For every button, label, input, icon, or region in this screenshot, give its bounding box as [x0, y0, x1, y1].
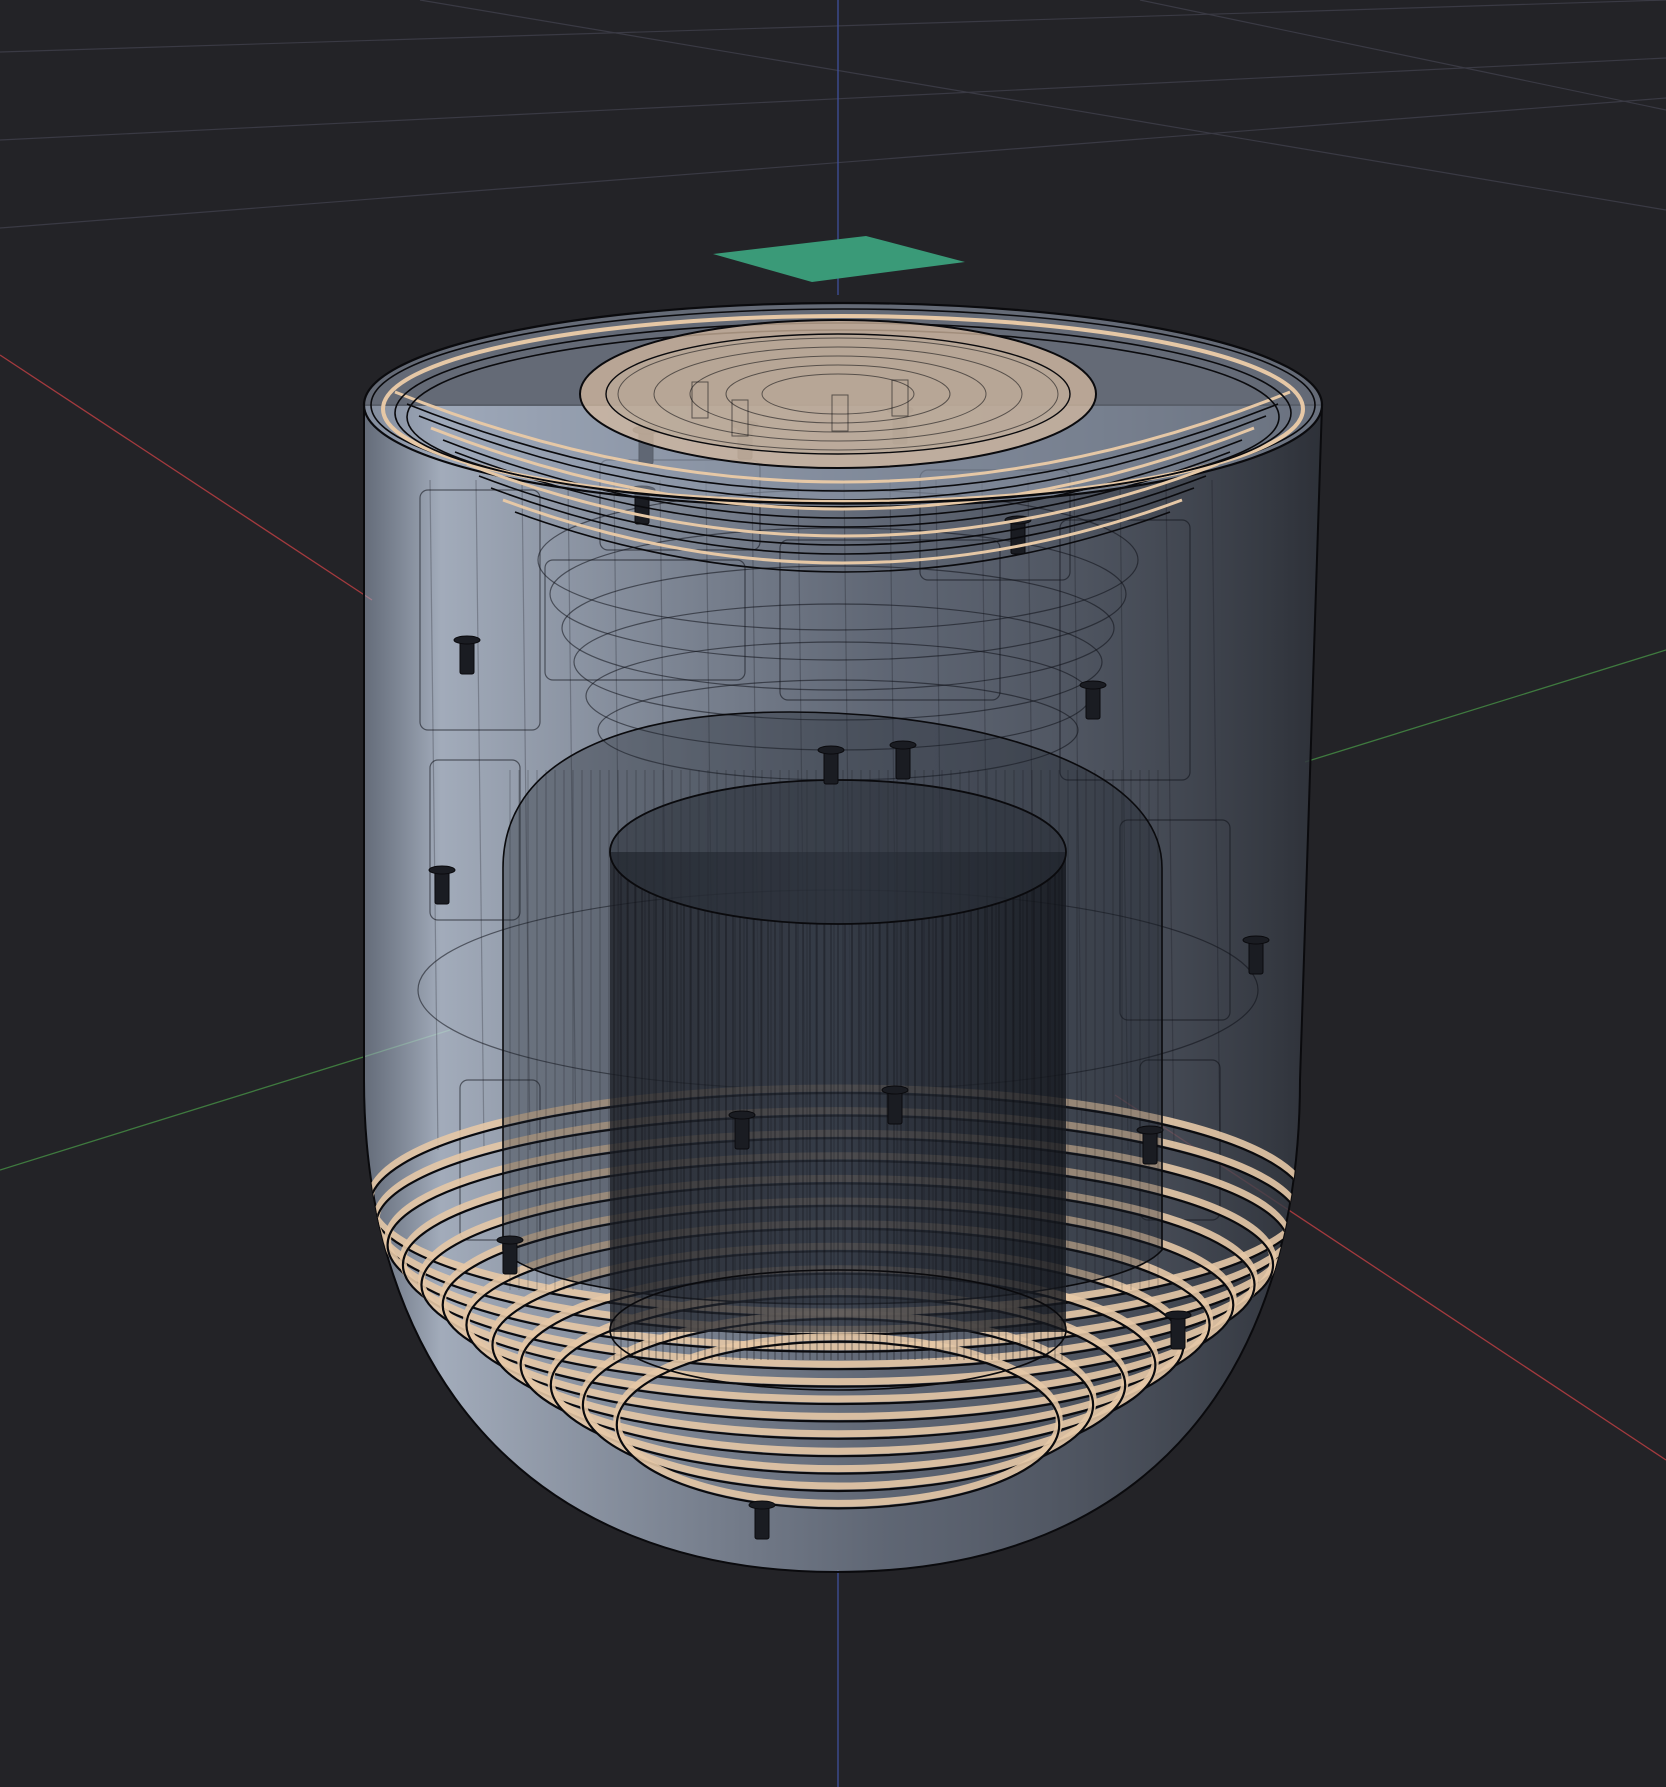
- screw: [887, 1089, 903, 1125]
- screw-head: [889, 740, 917, 750]
- screw-head: [748, 1500, 776, 1510]
- screw-head: [728, 1110, 756, 1120]
- top-opening-inner: [605, 333, 1071, 455]
- core-top-rim: [609, 779, 1067, 925]
- screw-head: [817, 745, 845, 755]
- screw: [459, 639, 475, 675]
- grid-line: [0, 0, 1666, 53]
- screw-head: [496, 1235, 524, 1245]
- screw: [1248, 939, 1264, 975]
- screw: [895, 744, 911, 780]
- screw: [754, 1504, 770, 1540]
- screw: [502, 1239, 518, 1275]
- grid-line: [1139, 0, 1666, 111]
- screw-head: [1242, 935, 1270, 945]
- grid-line: [0, 57, 1666, 141]
- 3d-viewport[interactable]: [0, 0, 1666, 1787]
- screw-head: [881, 1085, 909, 1095]
- screw-head: [453, 635, 481, 645]
- screw: [734, 1114, 750, 1150]
- screw: [1085, 684, 1101, 720]
- screw-head: [1164, 1310, 1192, 1320]
- screw-head: [428, 865, 456, 875]
- y-axis-line: [1304, 649, 1666, 763]
- viewport-grid: [0, 0, 1666, 229]
- screw: [1142, 1129, 1158, 1165]
- screw: [1170, 1314, 1186, 1350]
- screw: [823, 749, 839, 785]
- screw: [434, 869, 450, 905]
- x-axis-line: [0, 354, 373, 601]
- light-plane-gizmo[interactable]: [713, 236, 965, 282]
- cylinder-model[interactable]: [362, 301, 1324, 1574]
- grid-line: [419, 0, 1666, 211]
- screw-head: [1136, 1125, 1164, 1135]
- grid-line: [0, 97, 1666, 229]
- screw-head: [1079, 680, 1107, 690]
